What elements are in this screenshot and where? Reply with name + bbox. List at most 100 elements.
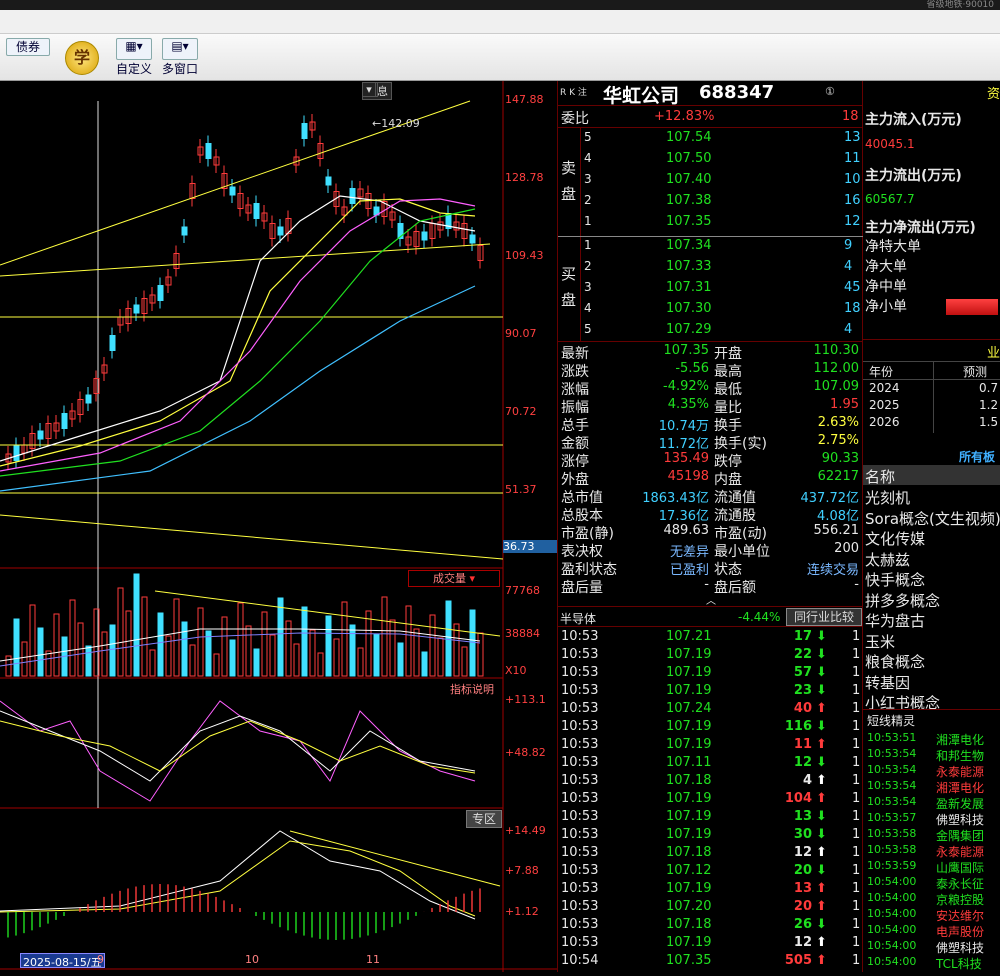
- industry-compare-button[interactable]: 同行业比较: [786, 608, 862, 626]
- concept-item[interactable]: 粮食概念: [865, 651, 925, 672]
- concept-item[interactable]: 转基因: [865, 672, 910, 693]
- volume-bar: [197, 607, 204, 677]
- elf-stock[interactable]: 金隅集团: [936, 827, 984, 844]
- arrow-up-icon: ⬆: [816, 791, 827, 806]
- volume-selector[interactable]: 成交量 ▾: [408, 570, 500, 587]
- elf-stock[interactable]: 泰永长征: [936, 875, 984, 892]
- zone-button[interactable]: 专区: [466, 810, 502, 828]
- concept-name-header: 名称: [865, 468, 896, 486]
- kline-chart[interactable]: [0, 81, 557, 972]
- volume-bar: [309, 629, 316, 677]
- volume-bar: [429, 614, 436, 677]
- stat-label: 最小单位: [714, 544, 770, 560]
- macd-tick: +7.88: [505, 864, 539, 877]
- tick-count: 1: [852, 665, 861, 680]
- concept-item[interactable]: Sora概念(文生视频): [865, 508, 1000, 529]
- macd-dif-line: [0, 830, 476, 920]
- concept-item[interactable]: 快手概念: [865, 569, 925, 590]
- stat-value: 200: [834, 541, 859, 556]
- arrow-down-icon: ⬇: [816, 755, 827, 770]
- stat-value: 110.30: [813, 343, 860, 358]
- all-sectors-link[interactable]: 所有板: [959, 448, 995, 465]
- sell-price: 107.50: [666, 151, 712, 166]
- stat-label: 盘后量: [561, 580, 603, 596]
- sell-level: 1: [584, 214, 592, 228]
- stat-label: 总市值: [561, 490, 603, 506]
- concept-item[interactable]: 文化传媒: [865, 528, 925, 549]
- learn-button[interactable]: 学: [65, 41, 99, 75]
- volume-tick: 77768: [505, 584, 540, 597]
- stat-value: 连续交易: [806, 563, 859, 578]
- tick-time: 10:53: [561, 917, 599, 932]
- stock-code: 688347: [699, 82, 775, 103]
- tick-price: 107.19: [666, 935, 712, 950]
- elf-stock[interactable]: 湘潭电化: [936, 731, 984, 748]
- year-header: 年份: [869, 365, 894, 379]
- elf-stock[interactable]: 永泰能源: [936, 843, 984, 860]
- chevron-up-icon[interactable]: ︿: [706, 592, 716, 607]
- arrow-down-icon: ⬇: [816, 827, 827, 842]
- elf-stock[interactable]: TCL科技: [936, 955, 982, 972]
- buy-price: 107.31: [666, 280, 712, 295]
- elf-stock[interactable]: 盈新发展: [936, 795, 984, 812]
- concept-item[interactable]: 华为盘古: [865, 610, 925, 631]
- multi-window-button[interactable]: ▤▾ 多窗口: [160, 38, 200, 77]
- elf-stock[interactable]: 安达维尔: [936, 907, 984, 924]
- concept-item[interactable]: 玉米: [865, 631, 895, 652]
- info-circle-icon[interactable]: ①: [825, 85, 835, 98]
- volume-bar: [277, 597, 284, 677]
- tick-volume: 17: [793, 629, 812, 644]
- concept-item[interactable]: 太赫兹: [865, 549, 910, 570]
- main-inflow-value: 40045.1: [865, 137, 915, 151]
- elf-stock[interactable]: 佛塑科技: [936, 939, 984, 956]
- stat-label: 流通值: [714, 490, 756, 506]
- elf-stock[interactable]: 湘潭电化: [936, 779, 984, 796]
- month-label: 9: [97, 953, 104, 966]
- sector-change: -4.44%: [738, 610, 781, 624]
- tick-price: 107.19: [666, 791, 712, 806]
- bond-button[interactable]: 债券: [6, 38, 50, 56]
- stat-label: 最低: [714, 382, 742, 398]
- elf-stock[interactable]: 京粮控股: [936, 891, 984, 908]
- stat-label: 开盘: [714, 346, 742, 362]
- forecast-value: 1.2: [979, 398, 999, 412]
- tick-volume: 26: [793, 917, 812, 932]
- kdj-j-line: [0, 720, 476, 774]
- volume-bar: [373, 633, 380, 677]
- tick-volume: 4: [802, 773, 812, 788]
- elf-stock[interactable]: 佛塑科技: [936, 811, 984, 828]
- kline-chart-panel[interactable]: 简 晒 预 指 信息 ⇥ ▾ 147.88 128.78 109.43 90.0…: [0, 81, 557, 972]
- tick-time: 10:53: [561, 881, 599, 896]
- candle-body: [157, 285, 164, 301]
- tick-volume: 13: [793, 881, 812, 896]
- elf-stock[interactable]: 山鹰国际: [936, 859, 984, 876]
- candle-body: [229, 186, 236, 196]
- tick-count: 1: [852, 809, 861, 824]
- concept-item[interactable]: 拼多多概念: [865, 590, 940, 611]
- stat-value: -: [854, 577, 859, 592]
- main-outflow-label: 主力流出(万元): [865, 168, 962, 184]
- volume-bar: [221, 616, 228, 677]
- elf-stock[interactable]: 永泰能源: [936, 763, 984, 780]
- chevron-down-icon[interactable]: ▾: [362, 82, 376, 97]
- candle-body: [325, 176, 332, 186]
- tick-time: 10:54: [561, 953, 599, 968]
- custom-button[interactable]: ▦▾ 自定义: [115, 38, 153, 77]
- elf-stock[interactable]: 电声股份: [936, 923, 984, 940]
- indicator-help-link[interactable]: 指标说明: [450, 681, 494, 697]
- candle-body: [13, 445, 20, 461]
- volume-bar: [261, 611, 268, 677]
- price-tick: 128.78: [505, 171, 544, 184]
- elf-stock[interactable]: 和邦生物: [936, 747, 984, 764]
- volume-tick: 38884: [505, 627, 540, 640]
- tick-price: 107.18: [666, 845, 712, 860]
- volume-ma-line: [0, 628, 481, 662]
- concept-item[interactable]: 光刻机: [865, 487, 910, 508]
- volume-bar: [341, 601, 348, 677]
- volume-bar: [245, 625, 252, 677]
- stat-value: 45198: [667, 469, 709, 484]
- sector-name[interactable]: 半导体: [560, 610, 596, 627]
- short-term-elf-title: 短线精灵: [867, 714, 916, 728]
- tick-count: 1: [852, 647, 861, 662]
- candle-body: [469, 234, 476, 244]
